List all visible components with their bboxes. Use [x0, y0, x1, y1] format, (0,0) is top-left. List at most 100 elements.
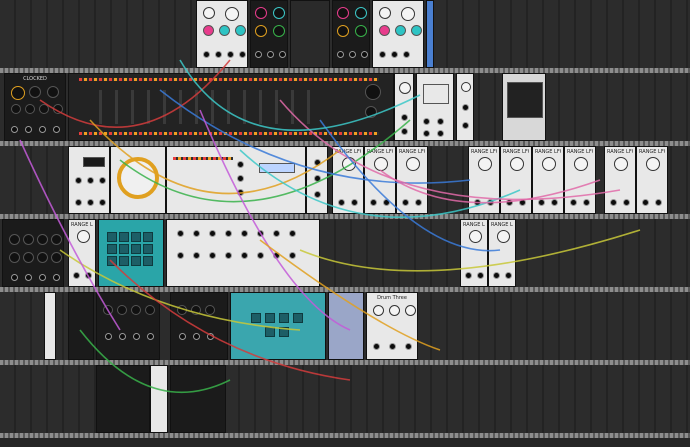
- pad[interactable]: [107, 244, 117, 254]
- jack[interactable]: [75, 177, 82, 184]
- module-dark-seq-3[interactable]: [170, 292, 228, 360]
- jack[interactable]: [133, 333, 140, 340]
- pad[interactable]: [265, 327, 275, 337]
- knob[interactable]: [235, 25, 246, 36]
- module-dark-seq-1[interactable]: [68, 292, 94, 360]
- knob[interactable]: [461, 82, 471, 92]
- fader[interactable]: [291, 90, 294, 124]
- module-gate-seq[interactable]: [166, 146, 306, 214]
- knob[interactable]: [365, 106, 377, 118]
- module-scope[interactable]: [416, 73, 454, 141]
- knob[interactable]: [395, 25, 406, 36]
- jack[interactable]: [193, 333, 200, 340]
- knob[interactable]: [51, 252, 62, 263]
- jack[interactable]: [73, 272, 80, 279]
- knob[interactable]: [355, 25, 367, 37]
- jack[interactable]: [477, 272, 484, 279]
- pad[interactable]: [143, 244, 153, 254]
- fader[interactable]: [227, 90, 230, 124]
- jack[interactable]: [257, 252, 264, 259]
- knob[interactable]: [337, 25, 349, 37]
- module-range-lfo[interactable]: RANGE LFO: [364, 146, 396, 214]
- module-voice-1[interactable]: [196, 0, 248, 68]
- module-jack-matrix[interactable]: [166, 219, 320, 287]
- module-filter-2[interactable]: [332, 0, 370, 68]
- knob[interactable]: [255, 7, 267, 19]
- pad[interactable]: [107, 232, 117, 242]
- knob[interactable]: [29, 86, 41, 98]
- knob[interactable]: [11, 86, 25, 100]
- knob[interactable]: [9, 252, 20, 263]
- jack[interactable]: [119, 333, 126, 340]
- knob[interactable]: [177, 305, 187, 315]
- jack[interactable]: [610, 199, 617, 206]
- knob[interactable]: [273, 7, 285, 19]
- knob[interactable]: [23, 234, 34, 245]
- jack[interactable]: [267, 51, 274, 58]
- knob[interactable]: [355, 7, 367, 19]
- module-mixer[interactable]: [68, 73, 394, 141]
- module-bottom-2[interactable]: [150, 365, 168, 433]
- jack[interactable]: [215, 51, 222, 58]
- jack[interactable]: [273, 252, 280, 259]
- jack[interactable]: [351, 199, 358, 206]
- module-teal-grid[interactable]: [98, 219, 164, 287]
- knob[interactable]: [574, 157, 588, 171]
- jack[interactable]: [53, 274, 60, 281]
- jack[interactable]: [314, 159, 321, 166]
- module-narrow-2[interactable]: [44, 292, 56, 360]
- pad[interactable]: [251, 313, 261, 323]
- knob[interactable]: [614, 157, 628, 171]
- knob[interactable]: [401, 7, 415, 21]
- knob[interactable]: [37, 252, 48, 263]
- jack[interactable]: [462, 104, 469, 111]
- jack[interactable]: [25, 126, 32, 133]
- knob[interactable]: [51, 234, 62, 245]
- module-range-lfo[interactable]: RANGE LFO: [332, 146, 364, 214]
- jack[interactable]: [207, 333, 214, 340]
- jack[interactable]: [25, 274, 32, 281]
- jack[interactable]: [415, 199, 422, 206]
- module-range-lfo[interactable]: RANGE LFO: [636, 146, 668, 214]
- pad[interactable]: [279, 327, 289, 337]
- jack[interactable]: [225, 252, 232, 259]
- jack[interactable]: [227, 51, 234, 58]
- module-sequencer[interactable]: [68, 146, 110, 214]
- module-drum-three[interactable]: Drum Three: [366, 292, 418, 360]
- fader[interactable]: [163, 90, 166, 124]
- jack[interactable]: [85, 272, 92, 279]
- knob[interactable]: [53, 104, 63, 114]
- jack[interactable]: [570, 199, 577, 206]
- pad[interactable]: [131, 244, 141, 254]
- pad[interactable]: [107, 256, 117, 266]
- jack[interactable]: [519, 199, 526, 206]
- knob[interactable]: [405, 305, 416, 316]
- jack[interactable]: [209, 230, 216, 237]
- jack[interactable]: [289, 230, 296, 237]
- pad[interactable]: [279, 313, 289, 323]
- jack[interactable]: [179, 333, 186, 340]
- module-vca[interactable]: [394, 73, 414, 141]
- jack[interactable]: [474, 199, 481, 206]
- fader[interactable]: [179, 90, 182, 124]
- jack[interactable]: [203, 51, 210, 58]
- module-range-lfo[interactable]: RANGE LFO: [488, 219, 516, 287]
- knob[interactable]: [145, 305, 155, 315]
- pad[interactable]: [143, 256, 153, 266]
- knob[interactable]: [9, 234, 20, 245]
- jack[interactable]: [53, 126, 60, 133]
- knob[interactable]: [406, 157, 420, 171]
- jack[interactable]: [273, 230, 280, 237]
- jack[interactable]: [623, 199, 630, 206]
- jack[interactable]: [105, 333, 112, 340]
- knob[interactable]: [103, 305, 113, 315]
- knob[interactable]: [379, 7, 391, 19]
- jack[interactable]: [493, 272, 500, 279]
- pad[interactable]: [119, 244, 129, 254]
- module-circle-sequencer[interactable]: [110, 146, 166, 214]
- jack[interactable]: [11, 274, 18, 281]
- jack[interactable]: [75, 199, 82, 206]
- pad[interactable]: [131, 232, 141, 242]
- jack[interactable]: [437, 118, 444, 125]
- module-bottom-1[interactable]: [96, 365, 150, 433]
